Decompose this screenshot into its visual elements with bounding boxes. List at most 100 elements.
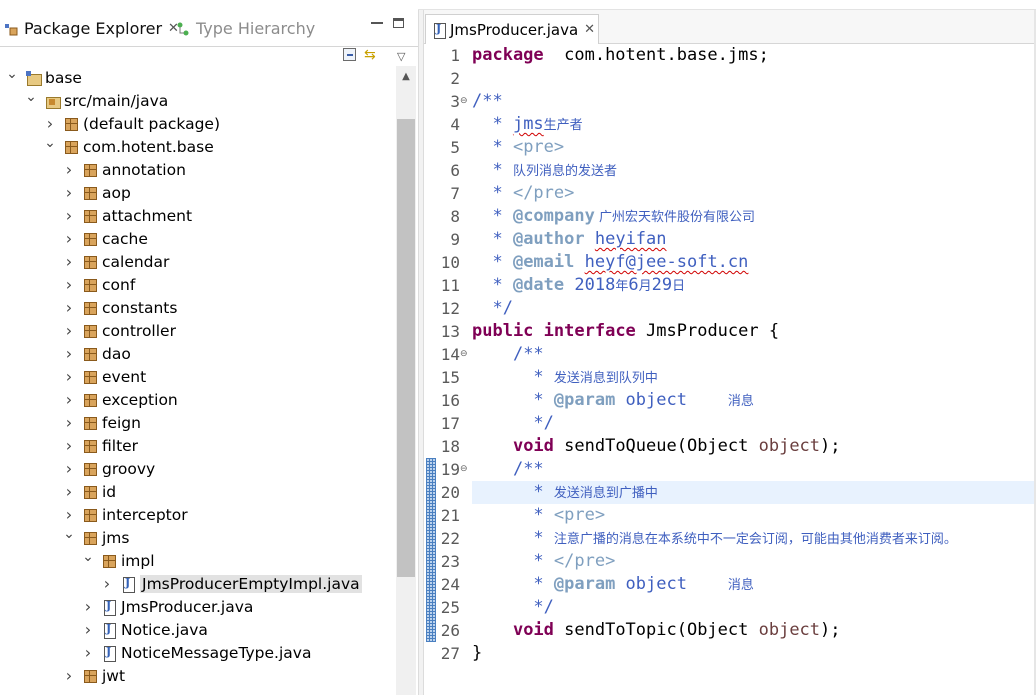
code-line[interactable]: * 发送消息到队列中 [472,366,1036,389]
chevron-right-icon[interactable]: › [63,275,75,294]
tree-item[interactable]: › constants [0,296,395,319]
code-line[interactable]: * <pre> [472,504,1036,527]
tree-item[interactable]: ⌄ impl [0,549,395,572]
close-icon[interactable]: ✕ [584,22,595,37]
chevron-right-icon[interactable]: › [63,505,75,524]
tree-item[interactable]: › dao [0,342,395,365]
minimize-icon[interactable] [371,22,383,24]
tree-item[interactable]: › JmsProducerEmptyImpl.java [0,572,395,595]
code-line[interactable]: /** [472,458,1036,481]
code-line[interactable]: */ [472,297,1036,320]
chevron-right-icon[interactable]: › [63,344,75,363]
tab-jmsproducer-java[interactable]: JmsProducer.java ✕ [425,14,599,44]
code-line[interactable]: * 发送消息到广播中 [472,481,1036,504]
tree-scrollbar[interactable]: ▲ [396,66,416,695]
tree-item[interactable]: ⌄ com.hotent.base [0,135,395,158]
scrollbar-thumb[interactable] [397,119,415,577]
chevron-right-icon[interactable]: › [82,597,94,616]
code-token: void [512,620,554,640]
tree-item[interactable]: › feign [0,411,395,434]
tab-type-hierarchy[interactable]: Type Hierarchy [176,16,315,40]
code-line[interactable]: } [472,642,1036,665]
tree-item[interactable]: › (default package) [0,112,395,135]
code-line[interactable]: void sendToQueue(Object object); [472,435,1036,458]
tree-item[interactable]: › annotation [0,158,395,181]
chevron-right-icon[interactable]: › [63,229,75,248]
code-line[interactable]: /** [472,90,1036,113]
chevron-down-icon[interactable]: ⌄ [6,66,18,82]
tab-label: Package Explorer [24,18,163,38]
chevron-right-icon[interactable]: › [63,390,75,409]
chevron-right-icon[interactable]: › [101,574,113,593]
tree-item[interactable]: › exception [0,388,395,411]
tree-item[interactable]: › filter [0,434,395,457]
code-line[interactable]: * @author heyifan [472,228,1036,251]
fold-collapse-icon[interactable]: ⊖ [460,343,468,366]
tree-item[interactable]: ⌄ src/main/java [0,89,395,112]
tree-item[interactable]: › controller [0,319,395,342]
chevron-right-icon[interactable]: › [63,206,75,225]
chevron-down-icon[interactable]: ⌄ [44,135,56,151]
code-line[interactable]: * @company 广州宏天软件股份有限公司 [472,205,1036,228]
chevron-right-icon[interactable]: › [63,459,75,478]
chevron-right-icon[interactable]: › [82,620,94,639]
code-line[interactable]: /** [472,343,1036,366]
chevron-down-icon[interactable]: ⌄ [25,89,37,105]
fold-collapse-icon[interactable]: ⊖ [460,458,468,481]
tab-package-explorer[interactable]: Package Explorer ✕ [4,16,179,40]
tree-item[interactable]: › cache [0,227,395,250]
code-line[interactable]: * @email heyf@jee-soft.cn [472,251,1036,274]
code-line[interactable]: * @param object 消息 [472,389,1036,412]
tree-item[interactable]: › calendar [0,250,395,273]
tree-item[interactable]: ⌄ base [0,66,395,89]
chevron-right-icon[interactable]: › [63,252,75,271]
code-line[interactable] [472,67,1036,90]
code-line[interactable]: package com.hotent.base.jms; [472,44,1036,67]
tree-item[interactable]: › Notice.java [0,618,395,641]
code-line[interactable]: * 注意广播的消息在本系统中不一定会订阅，可能由其他消费者来订阅。 [472,527,1036,550]
code-line[interactable]: * </pre> [472,182,1036,205]
chevron-right-icon[interactable]: › [63,183,75,202]
code-line[interactable]: * jms生产者 [472,113,1036,136]
chevron-right-icon[interactable]: › [63,160,75,179]
tree-item[interactable]: › event [0,365,395,388]
chevron-right-icon[interactable]: › [63,298,75,317]
chevron-right-icon[interactable]: › [63,413,75,432]
tree-item[interactable]: › interceptor [0,503,395,526]
view-menu-chevron-down-icon[interactable]: ▽ [397,50,405,63]
chevron-right-icon[interactable]: › [82,643,94,662]
fold-collapse-icon[interactable]: ⊖ [460,90,468,113]
code-line[interactable]: public interface JmsProducer { [472,320,1036,343]
chevron-right-icon[interactable]: › [63,436,75,455]
code-line[interactable]: * <pre> [472,136,1036,159]
chevron-right-icon[interactable]: › [63,666,75,685]
chevron-right-icon[interactable]: › [63,367,75,386]
code-line[interactable]: * @param object 消息 [472,573,1036,596]
chevron-down-icon[interactable]: ⌄ [82,549,94,565]
code-line[interactable]: */ [472,412,1036,435]
code-line[interactable]: * </pre> [472,550,1036,573]
tree-item[interactable]: › conf [0,273,395,296]
code-line[interactable]: void sendToTopic(Object object); [472,619,1036,642]
tree-item[interactable]: › aop [0,181,395,204]
chevron-right-icon[interactable]: › [44,114,56,133]
code-line[interactable]: * 队列消息的发送者 [472,159,1036,182]
tree-item[interactable]: › attachment [0,204,395,227]
tree-item[interactable]: › groovy [0,457,395,480]
code-line[interactable]: */ [472,596,1036,619]
java-file-icon [432,22,446,39]
chevron-down-icon[interactable]: ⌄ [63,526,75,542]
chevron-right-icon[interactable]: › [63,482,75,501]
collapse-all-icon[interactable] [343,48,356,61]
scroll-up-icon[interactable]: ▲ [396,66,416,86]
tree-item[interactable]: ⌄ jms [0,526,395,549]
tree-item[interactable]: › id [0,480,395,503]
tree-item[interactable]: › NoticeMessageType.java [0,641,395,664]
chevron-right-icon[interactable]: › [63,321,75,340]
code-line[interactable]: * @date 2018年6月29日 [472,274,1036,297]
code-area[interactable]: 1 2 3 ⊖ 4 5 6 7 8 9 10 11 12 13 14 ⊖ 15 16 17 18 19 ⊖ 20 21 22 23… [424,44,1036,695]
tree-item[interactable]: › JmsProducer.java [0,595,395,618]
link-with-editor-icon[interactable]: ⇆ [364,47,380,63]
maximize-icon[interactable] [393,18,404,28]
tree-item[interactable]: › jwt [0,664,395,687]
